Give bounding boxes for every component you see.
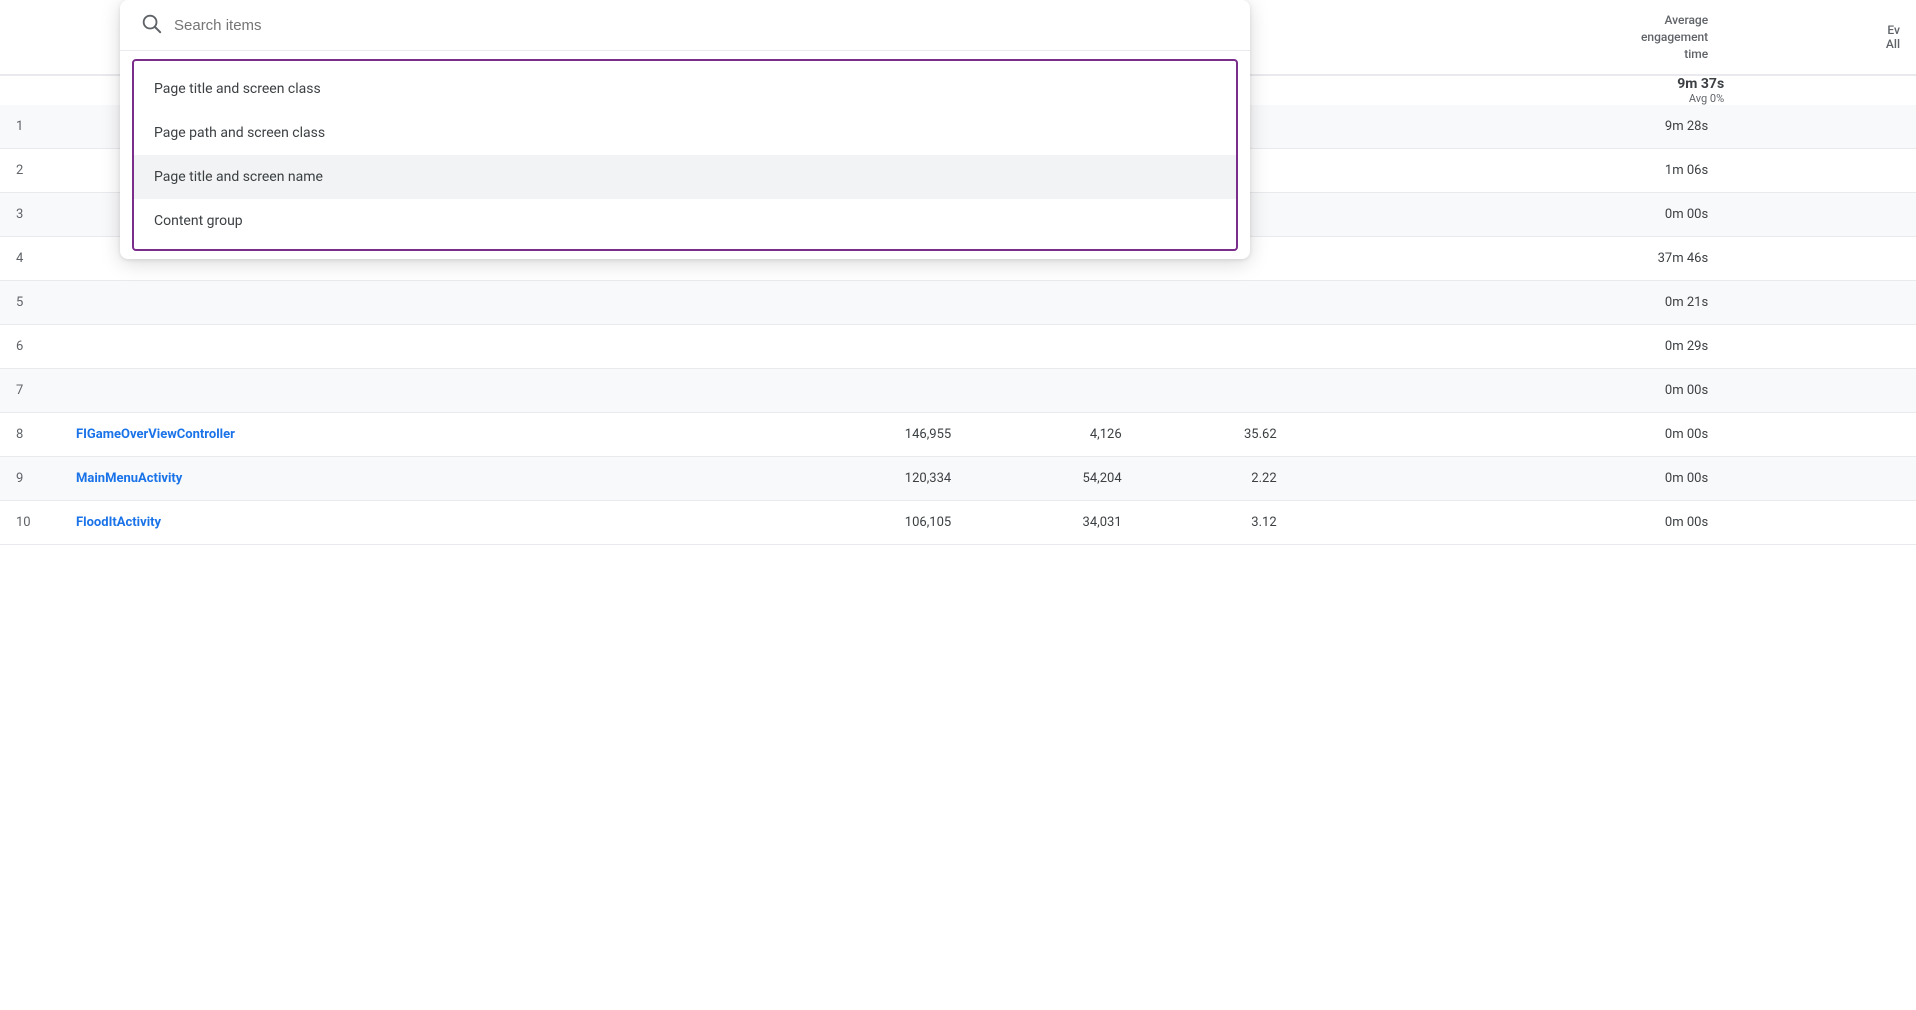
- menu-item-page-path-screen-class[interactable]: Page path and screen class: [134, 111, 1236, 155]
- row-name-10: FloodItActivity: [60, 501, 779, 545]
- col-header-num: [0, 0, 60, 75]
- table-row: 6 0m 29s: [0, 325, 1916, 369]
- search-bar: [120, 0, 1250, 51]
- table-row: 8 FIGameOverViewController 146,955 4,126…: [0, 413, 1916, 457]
- engagement-summary-value: 9m 37s: [1677, 76, 1724, 92]
- search-icon: [140, 12, 162, 38]
- table-row: 10 FloodItActivity 106,105 34,031 3.12 0…: [0, 501, 1916, 545]
- engagement-header-text: Average engagement time: [1641, 13, 1708, 61]
- dropdown-panel: Page title and screen class Page path an…: [120, 0, 1250, 259]
- dropdown-menu: Page title and screen class Page path an…: [132, 59, 1238, 251]
- table-row: 7 0m 00s: [0, 369, 1916, 413]
- menu-item-content-group[interactable]: Content group: [134, 199, 1236, 243]
- col-header-ev: Ev All: [1724, 0, 1916, 75]
- table-row: 9 MainMenuActivity 120,334 54,204 2.22 0…: [0, 457, 1916, 501]
- menu-item-page-title-screen-class[interactable]: Page title and screen class: [134, 67, 1236, 111]
- row-name-9: MainMenuActivity: [60, 457, 779, 501]
- menu-item-page-title-screen-name[interactable]: Page title and screen name: [134, 155, 1236, 199]
- page-wrapper: Average engagement time Ev All: [0, 0, 1916, 1010]
- search-input[interactable]: [174, 17, 1230, 34]
- row-name-8: FIGameOverViewController: [60, 413, 779, 457]
- col-header-engagement: Average engagement time: [1293, 0, 1725, 75]
- engagement-summary-avg: Avg 0%: [1293, 92, 1725, 105]
- table-row: 5 0m 21s: [0, 281, 1916, 325]
